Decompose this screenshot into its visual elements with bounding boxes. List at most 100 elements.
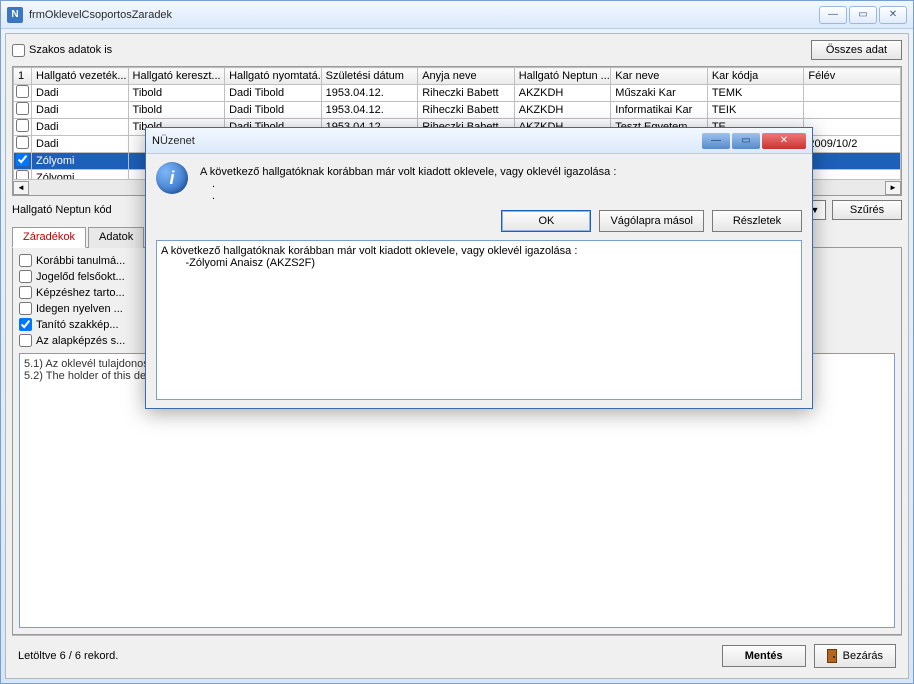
- row-checkbox-cell[interactable]: [14, 136, 32, 153]
- checklist-label: Idegen nyelven ...: [36, 303, 123, 315]
- bezaras-label: Bezárás: [843, 650, 883, 662]
- row-checkbox[interactable]: [16, 85, 29, 98]
- dialog-message-text: A következő hallgatóknak korábban már vo…: [200, 166, 802, 178]
- checklist-checkbox[interactable]: [19, 302, 32, 315]
- row-checkbox-cell[interactable]: [14, 119, 32, 136]
- column-header[interactable]: 1: [14, 68, 32, 85]
- top-row: Szakos adatok is Összes adat: [12, 40, 902, 60]
- checklist-label: Tanító szakkép...: [36, 319, 119, 331]
- table-cell: 1953.04.12.: [321, 85, 418, 102]
- column-header[interactable]: Hallgató Neptun ...: [514, 68, 611, 85]
- details-line: -Zólyomi Anaisz (AKZS2F): [161, 257, 315, 269]
- szakos-label: Szakos adatok is: [29, 44, 112, 56]
- checklist-label: Képzéshez tarto...: [36, 287, 125, 299]
- dialog-body: i A következő hallgatóknak korábban már …: [146, 154, 812, 408]
- szures-button[interactable]: Szűrés: [832, 200, 902, 220]
- dialog-close-button[interactable]: ✕: [762, 133, 806, 149]
- column-header[interactable]: Kar kódja: [707, 68, 804, 85]
- table-cell: Dadi Tibold: [225, 85, 322, 102]
- status-bar: Letöltve 6 / 6 rekord. Mentés Bezárás: [12, 635, 902, 672]
- checklist-label: Az alapképzés s...: [36, 335, 125, 347]
- checklist-label: Jogelőd felsőokt...: [36, 271, 125, 283]
- dialog-minimize-button[interactable]: —: [702, 133, 730, 149]
- column-header[interactable]: Hallgató nyomtatá...: [225, 68, 322, 85]
- table-cell: Tibold: [128, 85, 225, 102]
- szakos-checkbox[interactable]: [12, 44, 25, 57]
- column-header[interactable]: Kar neve: [611, 68, 708, 85]
- door-icon: [827, 649, 837, 663]
- close-button[interactable]: ✕: [879, 6, 907, 24]
- checklist-label: Korábbi tanulmá...: [36, 255, 125, 267]
- table-row[interactable]: DadiTiboldDadi Tibold1953.04.12.Riheczki…: [14, 85, 901, 102]
- table-cell: [804, 153, 901, 170]
- bezaras-button[interactable]: Bezárás: [814, 644, 896, 668]
- dialog-app-icon: N: [152, 135, 160, 147]
- row-checkbox-cell[interactable]: [14, 153, 32, 170]
- table-cell: TEIK: [707, 102, 804, 119]
- table-cell: Dadi: [32, 85, 129, 102]
- row-checkbox-cell[interactable]: [14, 85, 32, 102]
- table-cell: Dadi: [32, 102, 129, 119]
- table-cell: [804, 85, 901, 102]
- app-icon: N: [7, 7, 23, 23]
- table-cell: AKZKDH: [514, 102, 611, 119]
- table-cell: 1953.04.12.: [321, 102, 418, 119]
- dialog-titlebar: N Üzenet — ▭ ✕: [146, 128, 812, 154]
- table-cell: Riheczki Babett: [418, 85, 515, 102]
- row-checkbox[interactable]: [16, 153, 29, 166]
- checklist-checkbox[interactable]: [19, 286, 32, 299]
- table-cell: Zólyomi: [32, 153, 129, 170]
- table-cell: TEMK: [707, 85, 804, 102]
- column-header[interactable]: Hallgató vezeték...: [32, 68, 129, 85]
- filter-label: Hallgató Neptun kód: [12, 204, 112, 216]
- osszes-adat-button[interactable]: Összes adat: [811, 40, 902, 60]
- minimize-button[interactable]: —: [819, 6, 847, 24]
- tab-zaradekok[interactable]: Záradékok: [12, 227, 86, 248]
- dialog-message-dots: . .: [200, 178, 802, 202]
- table-cell: Dadi: [32, 119, 129, 136]
- reszletek-button[interactable]: Részletek: [712, 210, 802, 232]
- maximize-button[interactable]: ▭: [849, 6, 877, 24]
- szakos-checkbox-row[interactable]: Szakos adatok is: [12, 44, 112, 57]
- dialog-maximize-button[interactable]: ▭: [732, 133, 760, 149]
- vagolapra-button[interactable]: Vágólapra másol: [599, 210, 704, 232]
- checklist-checkbox[interactable]: [19, 318, 32, 331]
- column-header[interactable]: Hallgató kereszt...: [128, 68, 225, 85]
- column-header[interactable]: Anyja neve: [418, 68, 515, 85]
- row-checkbox[interactable]: [16, 136, 29, 149]
- tab-adatok[interactable]: Adatok: [88, 227, 144, 248]
- table-cell: Dadi: [32, 136, 129, 153]
- row-checkbox-cell[interactable]: [14, 102, 32, 119]
- table-cell: 2009/10/2: [804, 136, 901, 153]
- checklist-checkbox[interactable]: [19, 254, 32, 267]
- table-cell: [804, 102, 901, 119]
- table-row[interactable]: DadiTiboldDadi Tibold1953.04.12.Riheczki…: [14, 102, 901, 119]
- column-header[interactable]: Félév: [804, 68, 901, 85]
- table-cell: Műszaki Kar: [611, 85, 708, 102]
- checklist-checkbox[interactable]: [19, 270, 32, 283]
- dialog-title: Üzenet: [160, 135, 702, 147]
- mentes-button[interactable]: Mentés: [722, 645, 806, 667]
- table-cell: Informatikai Kar: [611, 102, 708, 119]
- details-line: A következő hallgatóknak korábban már vo…: [161, 245, 577, 257]
- dialog-message: A következő hallgatóknak korábban már vo…: [200, 162, 802, 202]
- scroll-left-icon[interactable]: ◄: [13, 181, 29, 195]
- table-cell: Tibold: [128, 102, 225, 119]
- message-dialog: N Üzenet — ▭ ✕ i A következő hallgatókna…: [145, 127, 813, 409]
- column-header[interactable]: Születési dátum: [321, 68, 418, 85]
- dialog-details-textarea[interactable]: A következő hallgatóknak korábban már vo…: [156, 240, 802, 400]
- table-cell: Riheczki Babett: [418, 102, 515, 119]
- row-checkbox[interactable]: [16, 102, 29, 115]
- table-cell: Dadi Tibold: [225, 102, 322, 119]
- row-checkbox[interactable]: [16, 119, 29, 132]
- window-title: frmOklevelCsoportosZaradek: [29, 9, 819, 21]
- checklist-checkbox[interactable]: [19, 334, 32, 347]
- scroll-right-icon[interactable]: ►: [885, 181, 901, 195]
- status-text: Letöltve 6 / 6 rekord.: [18, 650, 118, 662]
- table-cell: [804, 119, 901, 136]
- info-icon: i: [156, 162, 188, 194]
- titlebar: N frmOklevelCsoportosZaradek — ▭ ✕: [1, 1, 913, 29]
- table-cell: AKZKDH: [514, 85, 611, 102]
- ok-button[interactable]: OK: [501, 210, 591, 232]
- dialog-button-row: OK Vágólapra másol Részletek: [156, 210, 802, 232]
